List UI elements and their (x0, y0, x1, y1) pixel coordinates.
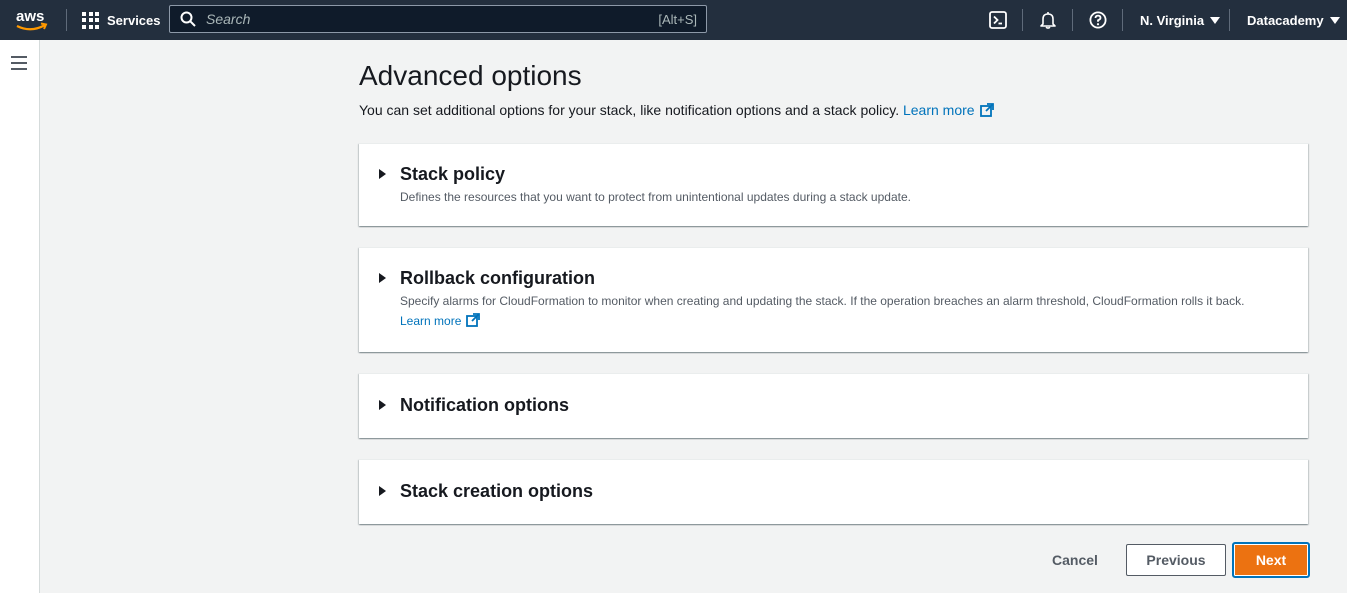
services-menu-button[interactable]: Services (82, 0, 161, 40)
rollback-learn-more-link[interactable]: Learn more (400, 313, 481, 328)
section-title: Stack creation options (400, 481, 594, 501)
nav-divider (1072, 9, 1073, 31)
section-description-text: Specify alarms for CloudFormation to mon… (400, 294, 1245, 308)
grid-icon (82, 11, 99, 29)
services-label: Services (107, 12, 161, 28)
caret-right-icon (379, 169, 386, 179)
learn-more-link[interactable]: Learn more (903, 102, 994, 118)
nav-divider (1022, 9, 1023, 31)
nav-divider (1229, 9, 1230, 31)
region-selector[interactable]: N. Virginia (1140, 0, 1221, 40)
nav-divider (66, 9, 67, 31)
stack-policy-expander[interactable]: Stack policy (379, 144, 1288, 227)
menu-hamburger-icon[interactable] (11, 56, 27, 70)
external-link-icon (979, 103, 994, 117)
aws-logo[interactable]: aws (14, 6, 50, 34)
previous-button[interactable]: Previous (1126, 544, 1226, 576)
cloudshell-icon[interactable] (989, 11, 1007, 29)
account-label: Datacademy (1247, 12, 1324, 28)
notification-options-section: Notification options (359, 373, 1308, 438)
stack-policy-section: Stack policy Defines the resources that … (359, 143, 1308, 226)
section-description: Defines the resources that you want to p… (400, 190, 911, 204)
external-link-icon (466, 313, 481, 327)
top-navigation: aws Services [Alt+S] N. Virgi (0, 0, 1347, 40)
section-title: Rollback configuration (400, 268, 596, 288)
stack-creation-options-expander[interactable]: Stack creation options (379, 460, 1288, 525)
learn-more-label: Learn more (400, 314, 462, 328)
stack-creation-options-section: Stack creation options (359, 459, 1308, 524)
next-button[interactable]: Next (1232, 542, 1310, 578)
page-description: You can set additional options for your … (359, 102, 994, 118)
rollback-configuration-expander[interactable]: Rollback configuration (379, 248, 1288, 288)
caret-right-icon (379, 400, 386, 410)
caret-down-icon (1210, 16, 1221, 24)
learn-more-label: Learn more (902, 102, 975, 118)
nav-divider (1122, 9, 1123, 31)
aws-logo-text: aws (16, 8, 44, 25)
notifications-bell-icon[interactable] (1039, 11, 1057, 29)
search-shortcut: [Alt+S] (658, 11, 697, 27)
caret-right-icon (379, 273, 386, 283)
cancel-button[interactable]: Cancel (1040, 544, 1110, 576)
search-icon (180, 11, 196, 27)
page-description-text: You can set additional options for your … (359, 102, 900, 118)
section-title: Stack policy (400, 164, 506, 184)
page-title: Advanced options (359, 60, 582, 91)
section-title: Notification options (400, 395, 569, 415)
notification-options-expander[interactable]: Notification options (379, 374, 1288, 439)
rollback-configuration-section: Rollback configuration Specify alarms fo… (359, 247, 1308, 352)
search-box[interactable]: [Alt+S] (169, 5, 707, 33)
caret-right-icon (379, 486, 386, 496)
search-input[interactable] (204, 10, 659, 28)
caret-down-icon (1329, 16, 1340, 24)
section-description: Specify alarms for CloudFormation to mon… (400, 291, 1258, 331)
region-label: N. Virginia (1140, 12, 1205, 28)
account-menu[interactable]: Datacademy (1247, 0, 1340, 40)
help-icon[interactable] (1089, 11, 1107, 29)
side-navigation-rail (0, 40, 40, 593)
